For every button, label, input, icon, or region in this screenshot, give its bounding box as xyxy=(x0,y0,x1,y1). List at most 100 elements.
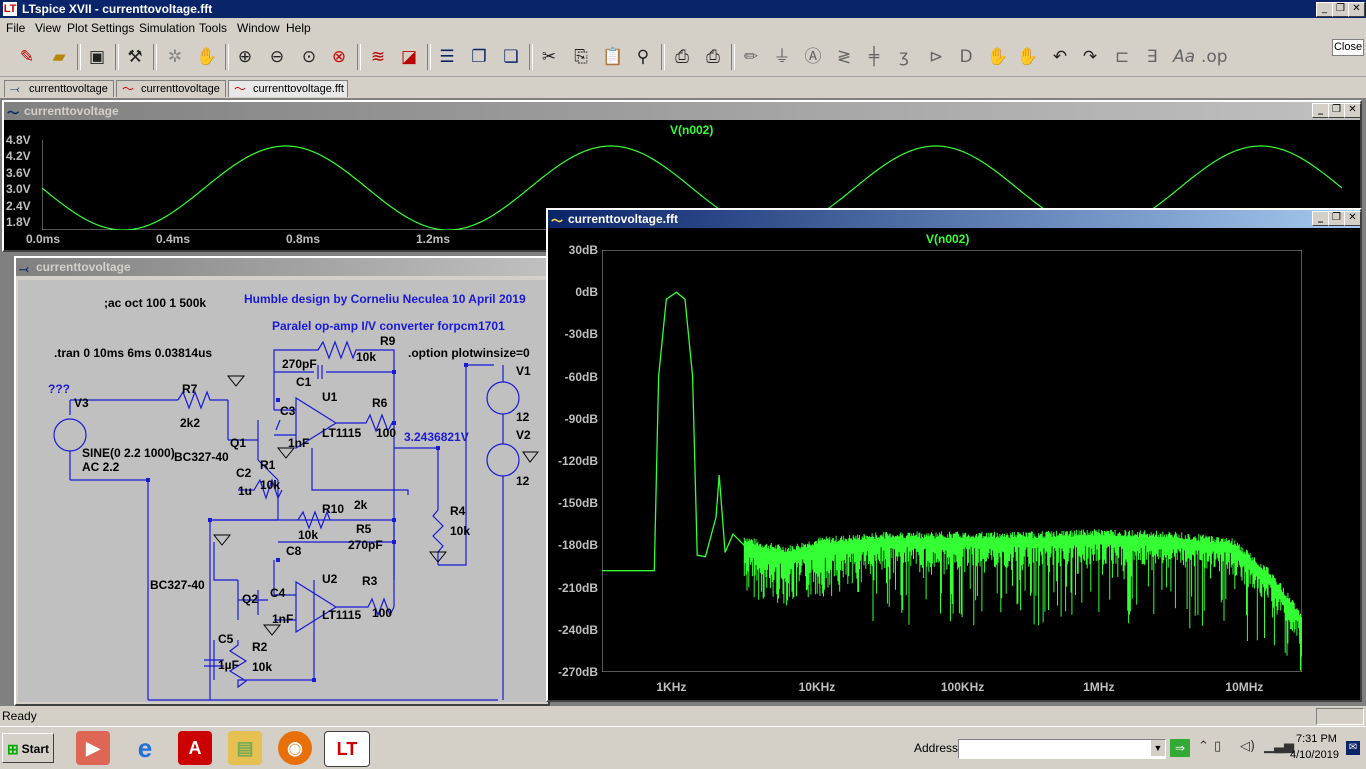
close-tab-button[interactable]: Close xyxy=(1332,39,1364,56)
inductor-icon[interactable]: ʒ xyxy=(891,44,917,70)
halt-icon[interactable]: ✋ xyxy=(194,44,220,70)
close-button[interactable]: ✕ xyxy=(1344,211,1361,226)
trace-label[interactable]: V(n002) xyxy=(926,232,969,246)
close-button[interactable]: ✕ xyxy=(1344,103,1361,118)
component-value[interactable]: SINE(0 2.2 1000) xyxy=(82,446,175,460)
component-label[interactable]: R2 xyxy=(252,640,267,654)
label-net-icon[interactable]: Ⓐ xyxy=(800,44,826,70)
text-icon[interactable]: Aa xyxy=(1171,44,1197,70)
component-label[interactable]: C8 xyxy=(286,544,301,558)
file-explorer-icon[interactable]: ▤ xyxy=(228,731,262,765)
component-value[interactable]: 100 xyxy=(376,426,396,440)
menu-file[interactable]: File xyxy=(6,21,25,35)
network-icon[interactable]: ▯ xyxy=(1214,739,1221,754)
comment-text[interactable]: Paralel op-amp I/V converter forpcm1701 xyxy=(272,319,505,333)
find-icon[interactable]: ⚲ xyxy=(630,44,656,70)
component-value[interactable]: 1nF xyxy=(272,612,293,626)
component-value[interactable]: 1µF xyxy=(218,658,239,672)
schematic-window[interactable]: ⤙ currenttovoltage ;ac oct 100 1 500k .t… xyxy=(14,256,550,706)
minimize-button[interactable]: _ xyxy=(1312,211,1329,226)
address-input[interactable]: ▼ xyxy=(958,739,1166,759)
media-player-icon[interactable]: ▶ xyxy=(76,731,110,765)
restore-button[interactable]: ❐ xyxy=(1332,2,1349,17)
menu-help[interactable]: Help xyxy=(286,21,311,35)
autorange-icon[interactable]: ≋ xyxy=(365,44,391,70)
component-label[interactable]: U1 xyxy=(322,390,337,404)
component-value[interactable]: 270pF xyxy=(348,538,383,552)
component-label[interactable]: R7 xyxy=(182,382,197,396)
component-value[interactable]: 12 xyxy=(516,474,529,488)
component-value[interactable]: 10k xyxy=(252,660,272,674)
component-value[interactable]: LT1115 xyxy=(322,608,361,622)
pick-visible-icon[interactable]: ◪ xyxy=(396,44,422,70)
component-label[interactable]: R4 xyxy=(450,504,465,518)
trace-label[interactable]: V(n002) xyxy=(670,123,713,137)
open-icon[interactable]: ▰ xyxy=(46,44,72,70)
component-label[interactable]: C5 xyxy=(218,632,233,646)
zoom-fit-icon[interactable]: ⊙ xyxy=(296,44,322,70)
component-label[interactable]: V2 xyxy=(516,428,531,442)
move-icon[interactable]: ✋ xyxy=(985,44,1011,70)
restore-button[interactable]: ❐ xyxy=(1328,211,1345,226)
spice-directive[interactable]: .tran 0 10ms 6ms 0.03814us xyxy=(54,346,212,360)
menu-plot-settings[interactable]: Plot Settings xyxy=(67,21,134,35)
component-value[interactable]: 10k xyxy=(260,478,280,492)
paste-icon[interactable]: 📋 xyxy=(600,44,626,70)
clock-date[interactable]: 4/10/2019 xyxy=(1290,749,1339,761)
tab-waveform[interactable]: 〜 currenttovoltage xyxy=(116,80,226,97)
menu-tools[interactable]: Tools xyxy=(199,21,227,35)
component-value[interactable]: 12 xyxy=(516,410,529,424)
rotate-icon[interactable]: ⊏ xyxy=(1109,44,1135,70)
menu-simulation[interactable]: Simulation xyxy=(139,21,195,35)
acrobat-icon[interactable]: A xyxy=(178,731,212,765)
component-label[interactable]: R6 xyxy=(372,396,387,410)
component-value[interactable]: 2k xyxy=(354,498,367,512)
zoom-out-icon[interactable]: ⊖ xyxy=(264,44,290,70)
cut-icon[interactable]: ✂ xyxy=(536,44,562,70)
save-icon[interactable]: ▣ xyxy=(84,44,110,70)
copy-icon[interactable]: ⎘ xyxy=(568,44,594,70)
capacitor-icon[interactable]: ╪ xyxy=(861,44,887,70)
net-label[interactable]: ??? xyxy=(48,382,70,396)
component-value[interactable]: LT1115 xyxy=(322,426,361,440)
notification-icon[interactable]: ✉ xyxy=(1346,741,1360,755)
component-label[interactable]: V1 xyxy=(516,364,531,378)
component-value[interactable]: BC327-40 xyxy=(174,450,229,464)
component-label[interactable]: R3 xyxy=(362,574,377,588)
component-label[interactable]: C2 xyxy=(236,466,251,480)
component-label[interactable]: R5 xyxy=(356,522,371,536)
component-label[interactable]: R9 xyxy=(380,334,395,348)
redo-icon[interactable]: ↷ xyxy=(1077,44,1103,70)
spice-directive[interactable]: ;ac oct 100 1 500k xyxy=(104,296,206,310)
restore-button[interactable]: ❐ xyxy=(1328,103,1345,118)
minimize-button[interactable]: _ xyxy=(1312,103,1329,118)
component-value[interactable]: BC327-40 xyxy=(150,578,205,592)
mirror-icon[interactable]: ∃ xyxy=(1139,44,1165,70)
new-schematic-icon[interactable]: ✎ xyxy=(14,44,40,70)
chevron-down-icon[interactable]: ▼ xyxy=(1151,740,1165,756)
diode-icon[interactable]: ⊳ xyxy=(923,44,949,70)
component-label[interactable]: U2 xyxy=(322,572,337,586)
tile-vertical-icon[interactable]: ❐ xyxy=(466,44,492,70)
minimize-button[interactable]: _ xyxy=(1316,2,1333,17)
component-value[interactable]: AC 2.2 xyxy=(82,460,119,474)
start-button[interactable]: ⊞ Start xyxy=(2,733,54,763)
tab-fft[interactable]: 〜 currenttovoltage.fft xyxy=(228,80,348,97)
zoom-in-icon[interactable]: ⊕ xyxy=(232,44,258,70)
show-hidden-icon[interactable]: ⌃ xyxy=(1198,739,1209,754)
component-value[interactable]: 1u xyxy=(238,484,252,498)
clock-time[interactable]: 7:31 PM xyxy=(1296,733,1337,745)
component-value[interactable]: 10k xyxy=(298,528,318,542)
tile-horizontal-icon[interactable]: ☰ xyxy=(434,44,460,70)
component-label[interactable]: C4 xyxy=(270,586,285,600)
tab-schematic[interactable]: ⤙ currenttovoltage xyxy=(4,80,114,97)
ground-icon[interactable]: ⏚ xyxy=(769,44,795,70)
component-label[interactable]: Q2 xyxy=(242,592,258,606)
component-label[interactable]: R1 xyxy=(260,458,275,472)
close-button[interactable]: ✕ xyxy=(1348,2,1365,17)
component-label[interactable]: R10 xyxy=(322,502,344,516)
comment-text[interactable]: Humble design by Corneliu Neculea 10 Apr… xyxy=(244,292,526,306)
spice-directive[interactable]: .option plotwinsize=0 xyxy=(408,346,530,360)
component-value[interactable]: 2k2 xyxy=(180,416,200,430)
component-label[interactable]: Q1 xyxy=(230,436,246,450)
